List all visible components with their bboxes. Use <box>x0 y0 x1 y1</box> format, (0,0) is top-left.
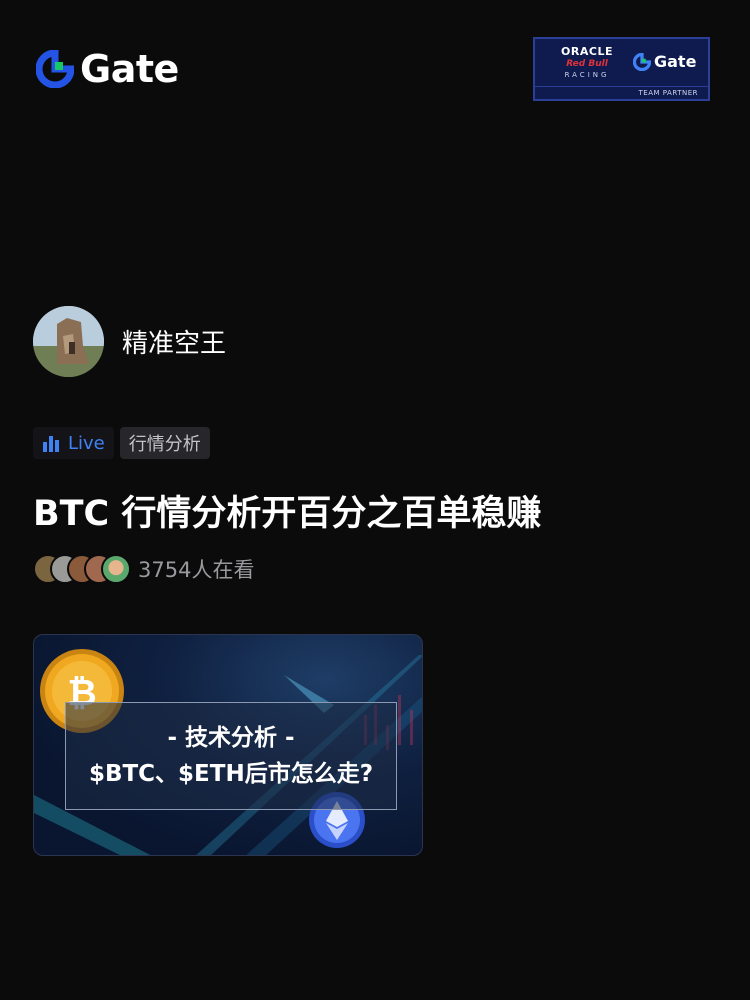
partner-oracle-text: ORACLE <box>561 45 613 58</box>
live-tag: Live <box>33 427 114 459</box>
partner-racing-text: RACING <box>564 71 610 79</box>
logo-text: Gate <box>80 47 179 91</box>
avatar[interactable] <box>33 306 104 377</box>
stream-thumbnail[interactable]: ₿ - 技术分析 - $BTC、$ETH后市怎么走? <box>33 634 423 856</box>
partner-gate-icon <box>633 52 651 71</box>
partner-badge: ORACLE Red Bull RACING Gate TEAM PARTNER <box>533 37 710 101</box>
category-tag[interactable]: 行情分析 <box>119 427 210 459</box>
partner-gate-logo: Gate <box>633 52 696 71</box>
streamer-name[interactable]: 精准空王 <box>122 323 226 360</box>
partner-gate-text: Gate <box>654 52 697 71</box>
oracle-redbull-logo: ORACLE Red Bull RACING <box>543 45 631 81</box>
gate-logo-icon <box>36 50 74 88</box>
thumbnail-subheading: $BTC、$ETH后市怎么走? <box>88 761 374 787</box>
stream-title: BTC 行情分析开百分之百单稳赚 <box>33 494 542 534</box>
avatar-image <box>33 306 104 377</box>
viewer-info: 3754人在看 <box>33 554 254 584</box>
streamer-profile[interactable]: 精准空王 <box>33 306 226 377</box>
partner-footer: TEAM PARTNER <box>535 86 708 99</box>
partner-redbull-text: Red Bull <box>566 59 608 69</box>
live-bars-icon <box>43 436 59 452</box>
viewer-avatars <box>33 554 131 584</box>
live-label: Live <box>68 432 105 454</box>
gate-logo[interactable]: Gate <box>36 50 179 88</box>
thumbnail-heading: - 技术分析 - <box>167 725 295 751</box>
viewer-count: 3754人在看 <box>138 558 255 582</box>
viewer-avatar <box>101 554 131 584</box>
thumbnail-caption-box: - 技术分析 - $BTC、$ETH后市怎么走? <box>65 702 397 810</box>
stream-tags: Live 行情分析 <box>33 427 210 459</box>
